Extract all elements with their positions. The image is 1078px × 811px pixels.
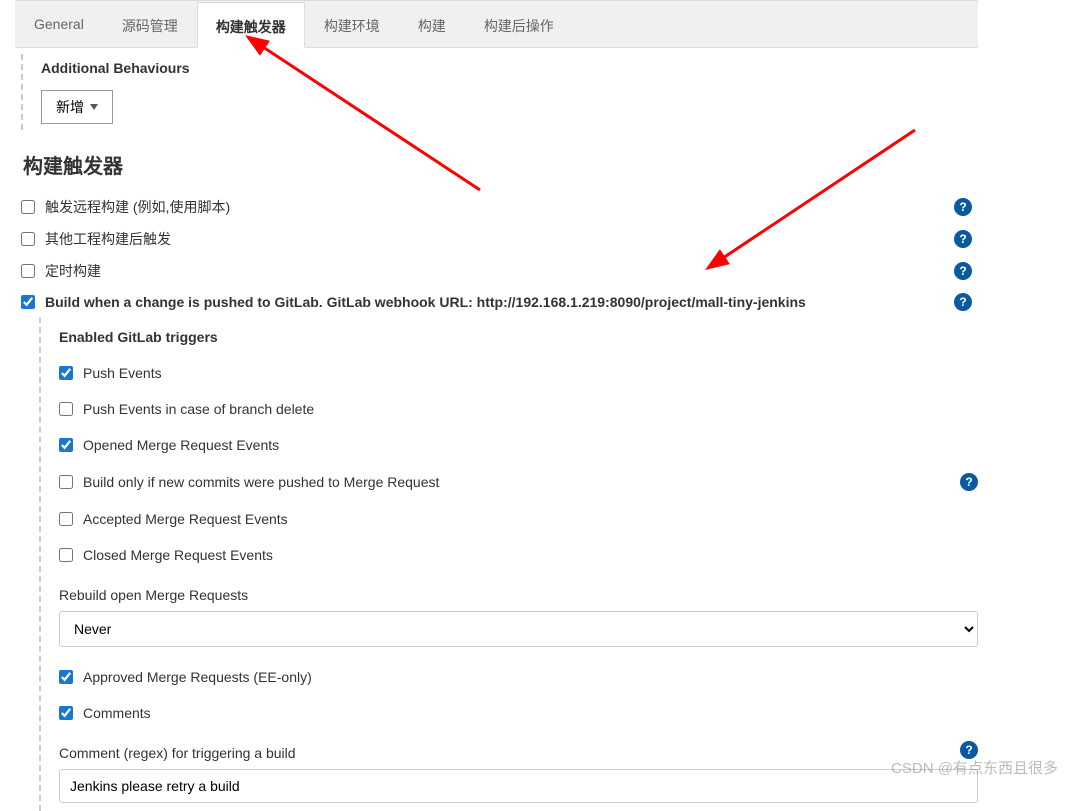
tab-build[interactable]: 构建	[399, 1, 465, 47]
config-tabs: General 源码管理 构建触发器 构建环境 构建 构建后操作	[15, 0, 978, 48]
rebuild-label: Rebuild open Merge Requests	[59, 587, 978, 603]
closed-mr-label: Closed Merge Request Events	[83, 547, 273, 563]
push-events-checkbox[interactable]	[59, 366, 73, 380]
timed-build-label: 定时构建	[45, 261, 954, 281]
rebuild-select[interactable]: Never	[59, 611, 978, 647]
tab-env[interactable]: 构建环境	[305, 1, 399, 47]
help-icon[interactable]: ?	[954, 198, 972, 216]
additional-behaviours-box: Additional Behaviours 新增	[21, 54, 978, 130]
tab-post[interactable]: 构建后操作	[465, 1, 573, 47]
other-build-label: 其他工程构建后触发	[45, 229, 954, 249]
comment-regex-input[interactable]	[59, 769, 978, 803]
triggers-section-title: 构建触发器	[23, 150, 978, 179]
accepted-mr-checkbox[interactable]	[59, 512, 73, 526]
gitlab-push-label: Build when a change is pushed to GitLab.…	[45, 294, 954, 310]
comments-label: Comments	[83, 705, 151, 721]
push-events-label: Push Events	[83, 365, 162, 381]
additional-behaviours-title: Additional Behaviours	[41, 60, 978, 76]
comments-checkbox[interactable]	[59, 706, 73, 720]
closed-mr-checkbox[interactable]	[59, 548, 73, 562]
add-behaviour-button[interactable]: 新增	[41, 90, 113, 124]
timed-build-checkbox[interactable]	[21, 264, 35, 278]
help-icon[interactable]: ?	[954, 293, 972, 311]
add-behaviour-label: 新增	[56, 97, 84, 117]
remote-build-checkbox[interactable]	[21, 200, 35, 214]
watermark-text: CSDN @有点东西且很多	[891, 757, 1058, 778]
opened-mr-checkbox[interactable]	[59, 438, 73, 452]
enabled-triggers-title: Enabled GitLab triggers	[59, 329, 978, 345]
remote-build-label: 触发远程构建 (例如,使用脚本)	[45, 197, 954, 217]
tab-triggers[interactable]: 构建触发器	[197, 2, 305, 48]
approved-mr-label: Approved Merge Requests (EE-only)	[83, 669, 312, 685]
tab-scm[interactable]: 源码管理	[103, 1, 197, 47]
build-only-new-label: Build only if new commits were pushed to…	[83, 474, 439, 490]
help-icon[interactable]: ?	[960, 473, 978, 491]
approved-mr-checkbox[interactable]	[59, 670, 73, 684]
push-delete-label: Push Events in case of branch delete	[83, 401, 314, 417]
gitlab-push-checkbox[interactable]	[21, 295, 35, 309]
gitlab-triggers-subsection: Enabled GitLab triggers Push Events Push…	[39, 317, 978, 811]
push-delete-checkbox[interactable]	[59, 402, 73, 416]
help-icon[interactable]: ?	[954, 262, 972, 280]
tab-general[interactable]: General	[15, 1, 103, 47]
other-build-checkbox[interactable]	[21, 232, 35, 246]
help-icon[interactable]: ?	[954, 230, 972, 248]
comment-regex-label: Comment (regex) for triggering a build	[59, 745, 296, 761]
accepted-mr-label: Accepted Merge Request Events	[83, 511, 288, 527]
chevron-down-icon	[90, 104, 98, 110]
opened-mr-label: Opened Merge Request Events	[83, 437, 279, 453]
build-only-new-checkbox[interactable]	[59, 475, 73, 489]
